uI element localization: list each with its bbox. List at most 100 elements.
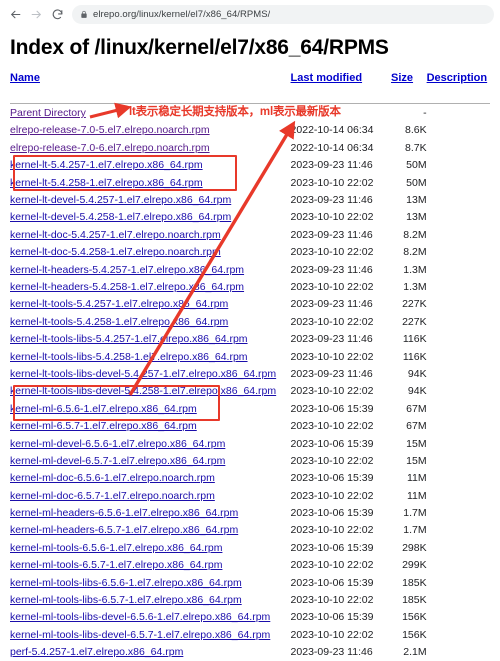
cell-description: [427, 157, 490, 174]
file-link[interactable]: kernel-ml-headers-6.5.7-1.el7.elrepo.x86…: [10, 524, 238, 536]
cell-last-modified: 2023-10-10 22:02: [290, 559, 374, 572]
cell-last-modified: 2023-10-10 22:02: [290, 454, 374, 467]
cell-description: [427, 348, 490, 365]
cell-last-modified: 2023-10-06 15:39: [290, 576, 374, 589]
file-link[interactable]: kernel-ml-doc-6.5.6-1.el7.elrepo.noarch.…: [10, 472, 215, 484]
cell-description: [427, 226, 490, 243]
cell-size: 11M: [406, 489, 427, 502]
file-link[interactable]: kernel-ml-tools-libs-6.5.6-1.el7.elrepo.…: [10, 577, 242, 589]
file-link[interactable]: kernel-lt-headers-5.4.257-1.el7.elrepo.x…: [10, 264, 244, 276]
cell-name: kernel-ml-headers-6.5.6-1.el7.elrepo.x86…: [10, 504, 291, 521]
cell-size: 156K: [402, 611, 427, 624]
table-row: perf-5.4.257-1.el7.elrepo.x86_64.rpm 2023…: [10, 644, 490, 661]
cell-size: 298K: [402, 541, 427, 554]
file-link[interactable]: kernel-ml-devel-6.5.6-1.el7.elrepo.x86_6…: [10, 438, 225, 450]
sort-by-name-link[interactable]: Name: [10, 72, 40, 84]
cell-description: [427, 574, 490, 591]
file-link[interactable]: kernel-ml-6.5.7-1.el7.elrepo.x86_64.rpm: [10, 420, 197, 432]
file-link[interactable]: kernel-ml-headers-6.5.6-1.el7.elrepo.x86…: [10, 507, 238, 519]
cell-name: kernel-lt-doc-5.4.257-1.el7.elrepo.noarc…: [10, 226, 291, 243]
table-row: kernel-lt-5.4.257-1.el7.elrepo.x86_64.rp…: [10, 157, 490, 174]
cell-description: [427, 330, 490, 347]
cell-name: perf-5.4.257-1.el7.elrepo.x86_64.rpm: [10, 644, 291, 661]
file-link[interactable]: kernel-ml-tools-6.5.7-1.el7.elrepo.x86_6…: [10, 559, 222, 571]
cell-description: [427, 644, 490, 661]
file-link[interactable]: kernel-lt-tools-5.4.257-1.el7.elrepo.x86…: [10, 298, 228, 310]
table-row: kernel-lt-5.4.258-1.el7.elrepo.x86_64.rp…: [10, 174, 490, 191]
cell-size: 1.7M: [403, 507, 427, 520]
cell-size: 8.2M: [403, 246, 427, 259]
file-link[interactable]: kernel-ml-tools-libs-devel-6.5.7-1.el7.e…: [10, 629, 270, 641]
cell-description: [427, 313, 490, 330]
file-link[interactable]: kernel-ml-devel-6.5.7-1.el7.elrepo.x86_6…: [10, 455, 225, 467]
cell-name: elrepo-release-7.0-6.el7.elrepo.noarch.r…: [10, 139, 291, 156]
file-link[interactable]: kernel-lt-5.4.258-1.el7.elrepo.x86_64.rp…: [10, 177, 203, 189]
file-link[interactable]: elrepo-release-7.0-5.el7.elrepo.noarch.r…: [10, 124, 210, 136]
file-link[interactable]: elrepo-release-7.0-6.el7.elrepo.noarch.r…: [10, 142, 210, 154]
cell-description: [427, 261, 490, 278]
file-link[interactable]: kernel-ml-6.5.6-1.el7.elrepo.x86_64.rpm: [10, 403, 197, 415]
address-bar[interactable]: elrepo.org/linux/kernel/el7/x86_64/RPMS/: [72, 4, 494, 24]
cell-name: Parent Directory: [10, 104, 291, 122]
file-link[interactable]: kernel-lt-devel-5.4.257-1.el7.elrepo.x86…: [10, 194, 231, 206]
file-link[interactable]: kernel-ml-tools-6.5.6-1.el7.elrepo.x86_6…: [10, 542, 222, 554]
table-row: kernel-lt-headers-5.4.258-1.el7.elrepo.x…: [10, 278, 490, 295]
table-row: kernel-lt-devel-5.4.257-1.el7.elrepo.x86…: [10, 191, 490, 208]
cell-description: [427, 278, 490, 295]
sort-by-modified-link[interactable]: Last modified: [291, 72, 363, 84]
cell-name: kernel-lt-5.4.257-1.el7.elrepo.x86_64.rp…: [10, 157, 291, 174]
cell-name: kernel-lt-tools-libs-devel-5.4.257-1.el7…: [10, 365, 291, 382]
file-link[interactable]: perf-5.4.257-1.el7.elrepo.x86_64.rpm: [10, 646, 183, 658]
cell-size: 8.7K: [405, 141, 427, 154]
table-row: kernel-lt-tools-libs-devel-5.4.257-1.el7…: [10, 365, 490, 382]
cell-size: 67M: [406, 402, 427, 415]
file-link[interactable]: kernel-lt-headers-5.4.258-1.el7.elrepo.x…: [10, 281, 244, 293]
cell-name: kernel-ml-6.5.7-1.el7.elrepo.x86_64.rpm: [10, 417, 291, 434]
file-link[interactable]: kernel-ml-tools-libs-6.5.7-1.el7.elrepo.…: [10, 594, 242, 606]
cell-description: [427, 487, 490, 504]
forward-icon[interactable]: [27, 5, 45, 23]
file-link[interactable]: Parent Directory: [10, 107, 86, 119]
table-row: kernel-ml-6.5.6-1.el7.elrepo.x86_64.rpm 2…: [10, 400, 490, 417]
table-row: kernel-lt-tools-5.4.258-1.el7.elrepo.x86…: [10, 313, 490, 330]
reload-icon[interactable]: [48, 5, 66, 23]
cell-name: kernel-ml-tools-6.5.7-1.el7.elrepo.x86_6…: [10, 557, 291, 574]
table-row: kernel-ml-tools-6.5.6-1.el7.elrepo.x86_6…: [10, 539, 490, 556]
file-link[interactable]: kernel-ml-tools-libs-devel-6.5.6-1.el7.e…: [10, 611, 270, 623]
cell-description: [427, 557, 490, 574]
cell-size: 185K: [402, 576, 427, 589]
file-link[interactable]: kernel-lt-tools-libs-5.4.257-1.el7.elrep…: [10, 333, 248, 345]
cell-description: [427, 209, 490, 226]
table-row: kernel-ml-tools-libs-devel-6.5.7-1.el7.e…: [10, 626, 490, 643]
cell-last-modified: 2023-10-06 15:39: [290, 541, 374, 554]
back-icon[interactable]: [6, 5, 24, 23]
table-row: kernel-ml-doc-6.5.6-1.el7.elrepo.noarch.…: [10, 470, 490, 487]
file-link[interactable]: kernel-ml-doc-6.5.7-1.el7.elrepo.noarch.…: [10, 490, 215, 502]
cell-size: 67M: [406, 420, 427, 433]
sort-by-description-link[interactable]: Description: [427, 72, 488, 84]
table-row: kernel-ml-tools-6.5.7-1.el7.elrepo.x86_6…: [10, 557, 490, 574]
table-row: elrepo-release-7.0-6.el7.elrepo.noarch.r…: [10, 139, 490, 156]
cell-last-modified: 2023-10-06 15:39: [290, 507, 374, 520]
file-link[interactable]: kernel-lt-5.4.257-1.el7.elrepo.x86_64.rp…: [10, 159, 203, 171]
cell-name: kernel-ml-doc-6.5.7-1.el7.elrepo.noarch.…: [10, 487, 291, 504]
file-link[interactable]: kernel-lt-tools-libs-devel-5.4.257-1.el7…: [10, 368, 276, 380]
table-row: kernel-ml-headers-6.5.6-1.el7.elrepo.x86…: [10, 504, 490, 521]
cell-description: [427, 539, 490, 556]
file-link[interactable]: kernel-lt-tools-5.4.258-1.el7.elrepo.x86…: [10, 316, 228, 328]
cell-description: [427, 417, 490, 434]
file-link[interactable]: kernel-lt-doc-5.4.257-1.el7.elrepo.noarc…: [10, 229, 221, 241]
cell-last-modified: 2023-09-23 11:46: [290, 298, 373, 311]
cell-size: 299K: [402, 559, 427, 572]
file-link[interactable]: kernel-lt-tools-libs-devel-5.4.258-1.el7…: [10, 385, 276, 397]
sort-by-size-link[interactable]: Size: [391, 72, 413, 84]
cell-last-modified: 2023-10-10 22:02: [290, 211, 374, 224]
cell-description: [427, 104, 490, 122]
cell-description: [427, 609, 490, 626]
file-link[interactable]: kernel-lt-devel-5.4.258-1.el7.elrepo.x86…: [10, 211, 231, 223]
cell-name: kernel-lt-5.4.258-1.el7.elrepo.x86_64.rp…: [10, 174, 291, 191]
file-link[interactable]: kernel-lt-tools-libs-5.4.258-1.el7.elrep…: [10, 351, 248, 363]
file-link[interactable]: kernel-lt-doc-5.4.258-1.el7.elrepo.noarc…: [10, 246, 221, 258]
cell-description: [427, 626, 490, 643]
cell-last-modified: 2023-09-23 11:46: [290, 367, 373, 380]
